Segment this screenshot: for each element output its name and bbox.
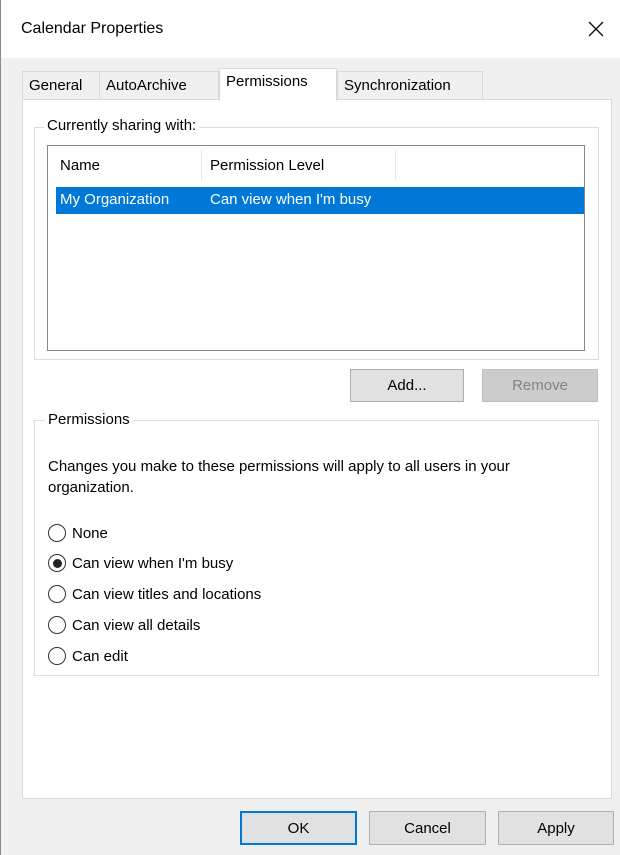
radio-button[interactable] <box>48 647 66 665</box>
column-header-name[interactable]: Name <box>60 157 100 174</box>
radio-button-selected[interactable] <box>48 554 66 572</box>
tab-permissions[interactable]: Permissions <box>219 68 337 101</box>
window-title: Calendar Properties <box>21 20 164 37</box>
apply-button[interactable]: Apply <box>498 811 614 845</box>
radio-button[interactable] <box>48 585 66 603</box>
column-divider[interactable] <box>201 150 202 180</box>
cancel-button[interactable]: Cancel <box>369 811 486 845</box>
tab-autoarchive[interactable]: AutoArchive <box>99 71 219 100</box>
sharing-group-label: Currently sharing with: <box>44 117 200 134</box>
list-header: Name Permission Level <box>48 146 584 184</box>
radio-can-edit[interactable]: Can edit <box>48 645 128 667</box>
list-item-permission: Can view when I'm busy <box>210 191 372 208</box>
radio-label: Can view when I'm busy <box>72 554 234 572</box>
close-button[interactable] <box>581 14 611 44</box>
radio-dot-icon <box>52 558 62 568</box>
radio-button[interactable] <box>48 616 66 634</box>
column-header-permission-level[interactable]: Permission Level <box>210 157 324 174</box>
radio-can-view-when-busy[interactable]: Can view when I'm busy <box>48 552 233 574</box>
radio-none[interactable]: None <box>48 522 108 544</box>
remove-button[interactable]: Remove <box>482 369 598 402</box>
list-item[interactable]: My Organization Can view when I'm busy <box>56 187 584 214</box>
permissions-group-label: Permissions <box>45 411 133 428</box>
tab-general[interactable]: General <box>22 71 100 100</box>
radio-can-view-all-details[interactable]: Can view all details <box>48 614 200 636</box>
radio-label: Can view all details <box>72 616 201 634</box>
radio-label: Can edit <box>72 647 128 665</box>
radio-can-view-titles-locations[interactable]: Can view titles and locations <box>48 583 261 605</box>
list-item-name: My Organization <box>60 191 170 208</box>
permissions-description: Changes you make to these permissions wi… <box>48 458 510 496</box>
radio-button[interactable] <box>48 524 66 542</box>
add-button[interactable]: Add... <box>350 369 464 402</box>
radio-label: Can view titles and locations <box>72 585 262 603</box>
sharing-list[interactable]: Name Permission Level My Organization Ca… <box>47 145 585 351</box>
calendar-properties-dialog: Calendar Properties General AutoArchive … <box>0 0 620 855</box>
radio-label: None <box>72 524 108 542</box>
ok-button[interactable]: OK <box>240 811 357 845</box>
tab-synchronization[interactable]: Synchronization <box>337 71 483 100</box>
title-bar: Calendar Properties <box>1 0 620 58</box>
column-divider[interactable] <box>395 150 396 180</box>
close-icon <box>588 21 604 37</box>
